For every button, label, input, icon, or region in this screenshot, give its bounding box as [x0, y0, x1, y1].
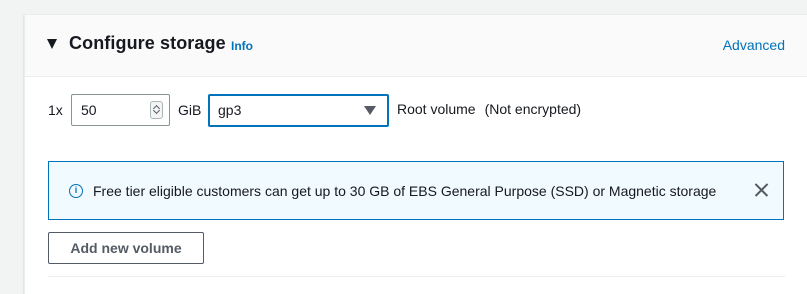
panel-header: Configure storage Info Advanced	[25, 15, 807, 77]
advanced-link[interactable]: Advanced	[723, 37, 785, 53]
root-volume-text: Root volume	[397, 101, 476, 117]
volume-size-input[interactable]: 50	[71, 94, 170, 126]
root-volume-label: Root volume (Not encrypted)	[397, 101, 581, 117]
volume-count-label: 1x	[48, 102, 63, 118]
configure-storage-panel: Configure storage Info Advanced 1x 50 Gi…	[24, 14, 807, 294]
encryption-status: (Not encrypted)	[484, 101, 582, 117]
volume-type-value[interactable]: gp3	[218, 102, 241, 118]
collapse-caret-icon[interactable]	[47, 39, 57, 49]
size-stepper[interactable]	[150, 101, 163, 119]
size-unit-label: GiB	[178, 102, 202, 118]
volume-type-select[interactable]: gp3	[208, 94, 389, 127]
close-icon[interactable]	[751, 179, 773, 201]
alert-message: Free tier eligible customers can get up …	[93, 183, 717, 199]
section-title[interactable]: Configure storage	[69, 33, 226, 54]
free-tier-alert: i Free tier eligible customers can get u…	[48, 161, 784, 220]
dropdown-caret-icon[interactable]	[364, 106, 376, 115]
info-link[interactable]: Info	[231, 39, 253, 53]
info-icon: i	[69, 184, 83, 198]
volume-size-value[interactable]: 50	[81, 102, 97, 118]
add-new-volume-button[interactable]: Add new volume	[48, 232, 204, 264]
divider	[48, 276, 785, 277]
